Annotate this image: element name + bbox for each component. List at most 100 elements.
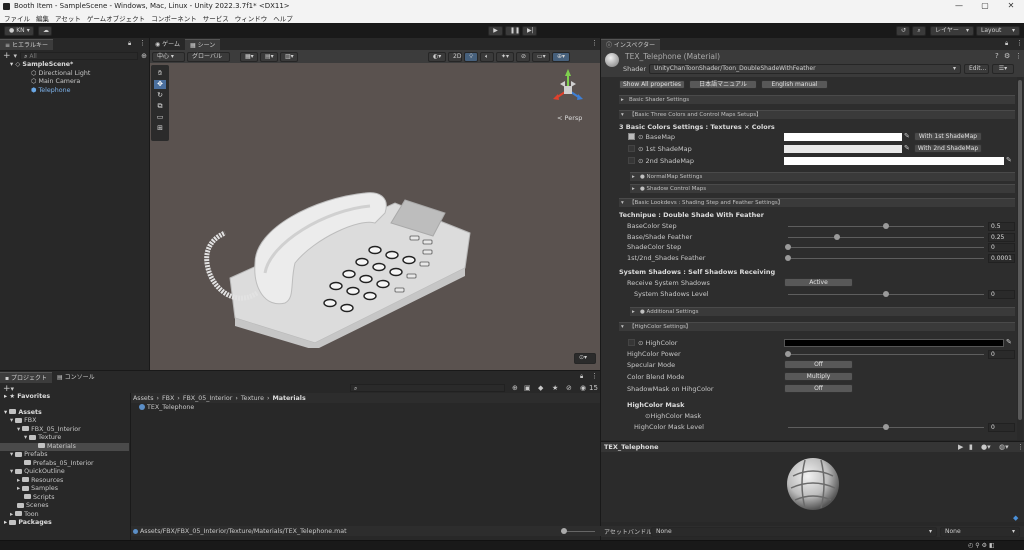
folder-texture[interactable]: ▾ Texture [0, 434, 129, 443]
shadecolor-step-value[interactable]: 0 [988, 243, 1015, 252]
slider-handle[interactable] [785, 351, 791, 357]
audio-toggle-icon[interactable]: 🔈︎ [480, 51, 494, 62]
highcolor-power-value[interactable]: 0 [988, 350, 1015, 359]
folder-prefabs[interactable]: ▾ Prefabs [0, 451, 129, 460]
preview-sphere-icon[interactable]: ◍▾ [999, 443, 1009, 451]
maximize-icon[interactable]: ▢ [972, 0, 998, 12]
move-tool-icon[interactable]: ✥ [154, 80, 166, 89]
persp-label[interactable]: < Persp [557, 114, 582, 122]
layout-dropdown[interactable]: Layout ▾ [976, 26, 1020, 36]
section-additional[interactable]: ▸ ● Additional Settings [630, 307, 1015, 316]
folder-samples[interactable]: ▸ Samples [0, 485, 129, 494]
preview-shape-icon[interactable]: ●▾ [981, 443, 991, 451]
material-preview-area[interactable]: ◆ [601, 452, 1024, 522]
folder-toon[interactable]: ▸ Toon [0, 511, 129, 520]
account-dropdown[interactable]: ● KN ▾ [4, 26, 34, 36]
scene-root[interactable]: ▾ ◇ SampleScene* [0, 61, 149, 70]
more-icon[interactable]: ⋮ [139, 39, 146, 47]
breadcrumb-texture[interactable]: Texture [241, 395, 264, 402]
pause-button[interactable]: ❚❚ [505, 26, 520, 36]
minimize-icon[interactable]: — [946, 0, 972, 12]
receive-shadows-toggle[interactable]: Active [784, 278, 853, 287]
play-preview-icon[interactable]: ▶ [958, 443, 963, 451]
slider-handle[interactable] [785, 244, 791, 250]
menu-gameobject[interactable]: ゲームオブジェクト [87, 13, 145, 23]
cloud-button[interactable]: ☁ [38, 26, 52, 36]
history-icon[interactable]: ↺ [896, 26, 910, 36]
highcolor-color-field[interactable] [784, 339, 1004, 347]
favorites-item[interactable]: ▸ ★ Favorites [0, 393, 129, 402]
scale-tool-icon[interactable]: ⧉ [154, 102, 166, 111]
folder-resources[interactable]: ▸ Resources [0, 477, 129, 486]
slider-handle[interactable] [561, 528, 567, 534]
menu-window[interactable]: ウィンドウ [235, 13, 268, 23]
hidden-packages-icon[interactable]: ⊘ [566, 384, 572, 392]
hierarchy-item-main-camera[interactable]: ⬡ Main Camera [0, 78, 149, 87]
folder-scripts[interactable]: Scripts [0, 494, 129, 503]
shader-dropdown[interactable]: UnityChanToonShader/Toon_DoubleShadeWith… [649, 64, 961, 74]
hidden-objects-icon[interactable]: ⊘ [516, 51, 530, 62]
slider-handle[interactable] [883, 291, 889, 297]
more-icon[interactable]: ⋮ [1016, 39, 1023, 47]
draw-mode-icon[interactable]: ◐▾ [428, 51, 446, 62]
section-three-colors[interactable]: ▾ 【Basic Three Colors and Control Maps Se… [619, 110, 1015, 119]
label-icon[interactable]: ◆ [538, 384, 543, 392]
layers-dropdown[interactable]: レイヤー ▾ [930, 26, 974, 36]
texture-slot-icon[interactable] [628, 157, 635, 164]
add-icon[interactable]: + [3, 384, 11, 394]
folder-quickoutline[interactable]: ▾ QuickOutline [0, 468, 129, 477]
tab-console[interactable]: ▤ コンソール [52, 371, 100, 383]
more-icon[interactable]: ⋮ [591, 39, 598, 47]
base-shade-feather-slider[interactable] [788, 234, 984, 240]
edit-shader-button[interactable]: Edit... [964, 64, 989, 74]
color-blend-mode-toggle[interactable]: Multiply [784, 372, 853, 381]
transform-tool-icon[interactable]: ⊞ [154, 124, 166, 133]
play-button[interactable]: ▶ [488, 26, 503, 36]
breadcrumb-fbx-05-interior[interactable]: FBX_05_Interior [183, 395, 233, 402]
texture-slot-icon[interactable] [628, 145, 635, 152]
telephone-model[interactable] [195, 158, 480, 348]
camera-icon[interactable]: ▭▾ [532, 51, 550, 62]
base-shade-feather-value[interactable]: 0.25 [988, 233, 1015, 242]
project-search-input[interactable]: ⌕ [350, 384, 505, 392]
increment-snap-icon[interactable]: ▥▾ [280, 51, 298, 62]
rotate-tool-icon[interactable]: ↻ [154, 91, 166, 100]
hierarchy-item-telephone[interactable]: ⬢ Telephone [0, 87, 149, 96]
menu-edit[interactable]: 編集 [36, 13, 49, 23]
highcolor-power-slider[interactable] [785, 351, 984, 357]
slider-handle[interactable] [785, 255, 791, 261]
shadecolor-step-slider[interactable] [785, 244, 984, 250]
shades-feather-slider[interactable] [785, 255, 984, 261]
lighting-toggle-icon[interactable]: 💡︎ [464, 51, 478, 62]
shades-feather-value[interactable]: 0.0001 [988, 254, 1015, 263]
tab-scene[interactable]: ▦ シーン [184, 38, 221, 50]
more-icon[interactable]: ⋮ [1017, 443, 1024, 451]
eyedropper-icon[interactable]: ✎ [904, 132, 910, 140]
specular-mode-toggle[interactable]: Off [784, 360, 853, 369]
eyedropper-icon[interactable]: ✎ [1006, 338, 1012, 346]
expand-arrow-icon[interactable]: ▾ [10, 61, 13, 68]
global-dropdown[interactable]: グローバル ▾ [187, 51, 230, 68]
preview-resize-icon[interactable]: ◆ [1013, 514, 1018, 522]
menu-help[interactable]: ヘルプ [273, 13, 293, 23]
grid-snap-icon[interactable]: ▦▾ [240, 51, 258, 62]
search-by-type-icon[interactable]: ⊕ [512, 384, 518, 392]
breadcrumb-fbx[interactable]: FBX [162, 395, 174, 402]
lock-icon[interactable]: 🔒︎ [580, 373, 583, 381]
japanese-manual-button[interactable]: 日本語マニュアル [689, 80, 757, 89]
2d-toggle[interactable]: 2D [448, 51, 462, 62]
tab-project[interactable]: ▪ プロジェクト [0, 371, 52, 383]
show-all-properties-button[interactable]: Show All properties [619, 80, 685, 89]
camera-overlay-icon[interactable]: ⊙▾ [574, 353, 596, 364]
inspector-scrollbar[interactable] [1017, 77, 1023, 440]
step-button[interactable]: ▶| [522, 26, 537, 36]
search-options-icon[interactable]: ⊕ [141, 52, 147, 60]
tab-game[interactable]: ◉ ゲーム [150, 38, 185, 50]
chevron-down-icon[interactable]: ▾ [11, 385, 15, 393]
add-icon[interactable]: + [3, 51, 11, 61]
status-icons[interactable]: ◴⚲⚙◧ [968, 542, 997, 549]
menu-file[interactable]: ファイル [4, 13, 30, 23]
slider-handle[interactable] [834, 234, 840, 240]
favorite-icon[interactable]: ★ [552, 384, 558, 392]
tab-hierarchy[interactable]: ≡ ヒエラルキー [0, 38, 53, 50]
